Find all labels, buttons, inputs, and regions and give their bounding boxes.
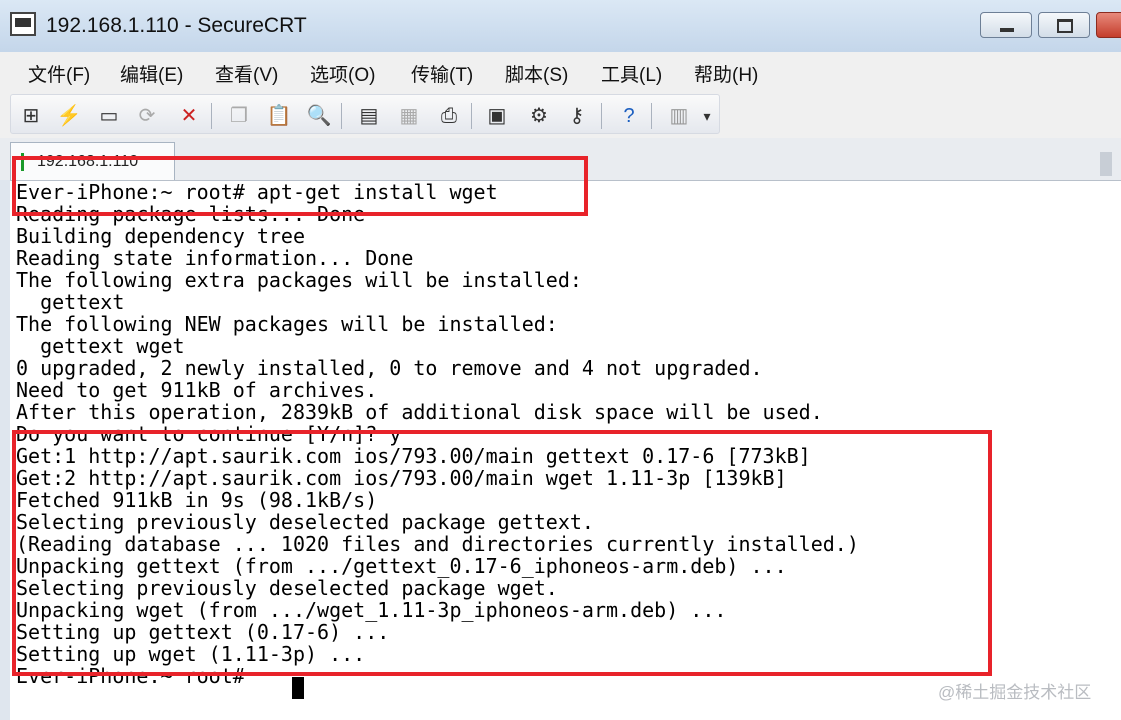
reconnect-icon[interactable]: ⟳	[133, 103, 161, 129]
terminal-line: After this operation, 2839kB of addition…	[16, 400, 823, 424]
options-icon[interactable]: ▥	[665, 103, 693, 129]
toolbar-separator	[211, 103, 212, 129]
toolbar-strip: ⊞ ⚡ ▭ ⟳ ✕ ❐ 📋 🔍 ▤ ▦ ⎙ ▣ ⚙ ⚷ ? ▥ ▾	[10, 94, 720, 134]
close-button[interactable]	[1096, 12, 1121, 38]
toolbar-separator	[471, 103, 472, 129]
maximize-button[interactable]	[1038, 12, 1090, 38]
toolbar: ⊞ ⚡ ▭ ⟳ ✕ ❐ 📋 🔍 ▤ ▦ ⎙ ▣ ⚙ ⚷ ? ▥ ▾	[0, 92, 1121, 138]
paste-icon[interactable]: 📋	[265, 103, 293, 129]
terminal-line: Reading state information... Done	[16, 246, 414, 270]
minimize-button[interactable]	[980, 12, 1032, 38]
menu-script[interactable]: 脚本(S)	[505, 60, 568, 87]
menu-options[interactable]: 选项(O)	[310, 60, 375, 87]
toolbar-separator	[341, 103, 342, 129]
menu-view[interactable]: 查看(V)	[215, 60, 278, 87]
session-options-icon[interactable]: ▦	[395, 103, 423, 129]
window-title: 192.168.1.110 - SecureCRT	[46, 14, 307, 37]
terminal-line: The following NEW packages will be insta…	[16, 312, 558, 336]
menu-edit[interactable]: 编辑(E)	[120, 60, 183, 87]
terminal-cursor	[292, 677, 304, 699]
print-icon[interactable]: ⎙	[435, 103, 463, 129]
properties-icon[interactable]: ▣	[483, 103, 511, 129]
keymap-icon[interactable]: ⚙	[525, 103, 553, 129]
disconnect-icon[interactable]: ✕	[175, 103, 203, 129]
help-icon[interactable]: ?	[615, 103, 643, 129]
menu-tools[interactable]: 工具(L)	[601, 60, 662, 87]
key-icon[interactable]: ⚷	[563, 103, 591, 129]
menu-transfer[interactable]: 传输(T)	[411, 60, 473, 87]
print-setup-icon[interactable]: ▤	[355, 103, 383, 129]
menu-file[interactable]: 文件(F)	[28, 60, 90, 87]
terminal-line: The following extra packages will be ins…	[16, 268, 582, 292]
menu-help[interactable]: 帮助(H)	[694, 60, 758, 87]
terminal-line: 0 upgraded, 2 newly installed, 0 to remo…	[16, 356, 763, 380]
title-bar[interactable]: 192.168.1.110 - SecureCRT	[0, 0, 1121, 52]
watermark-text: @稀土掘金技术社区	[938, 683, 1092, 702]
terminal-line: gettext	[16, 290, 125, 314]
copy-icon[interactable]: ❐	[225, 103, 253, 129]
connect-icon[interactable]: ⊞	[17, 103, 45, 129]
connect-tab-icon[interactable]: ▭	[95, 103, 123, 129]
terminal-line: Building dependency tree	[16, 224, 305, 248]
find-icon[interactable]: 🔍	[305, 103, 333, 129]
terminal-line: gettext wget	[16, 334, 185, 358]
securecrt-app-icon[interactable]	[10, 12, 36, 36]
highlight-box-command	[12, 156, 588, 216]
toolbar-separator	[601, 103, 602, 129]
tab-scroll-handle[interactable]	[1100, 152, 1112, 176]
highlight-box-install-output	[12, 430, 992, 676]
menu-bar: 文件(F) 编辑(E) 查看(V) 选项(O) 传输(T) 脚本(S) 工具(L…	[0, 52, 1121, 92]
quick-connect-icon[interactable]: ⚡	[55, 103, 83, 129]
terminal-line: Need to get 911kB of archives.	[16, 378, 378, 402]
toolbar-separator	[651, 103, 652, 129]
toolbar-overflow-icon[interactable]: ▾	[699, 103, 715, 129]
